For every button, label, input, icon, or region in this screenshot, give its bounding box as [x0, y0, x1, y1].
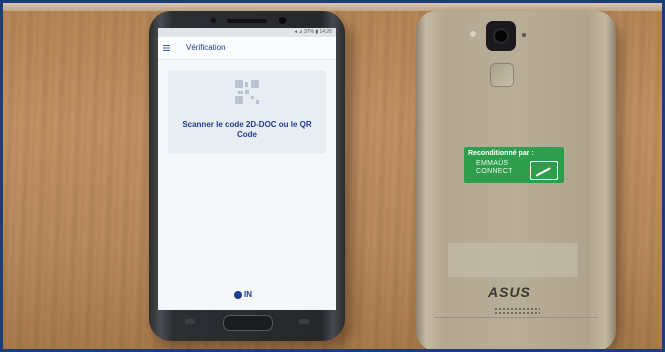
app-title: Vérification: [186, 43, 226, 52]
status-bar: ◂ ⊿ 37% ▮ 14:26: [158, 28, 336, 37]
proximity-sensor: [211, 18, 216, 23]
home-button: [223, 315, 273, 331]
sticker-title: Reconditionné par :: [468, 150, 534, 157]
asus-logo: ASUS: [488, 284, 531, 300]
earpiece-speaker: [227, 19, 267, 23]
scan-card[interactable]: Scanner le code 2D-DOC ou le QR Code: [168, 70, 326, 154]
microphone-hole: [522, 33, 526, 37]
camera-lens-icon: [495, 30, 507, 42]
phone-screen: ◂ ⊿ 37% ▮ 14:26 Vérification Scanner le …: [158, 28, 336, 310]
reflection-band: [448, 243, 578, 277]
logo-circle-icon: [234, 291, 242, 299]
sticker-name: EMMAÜS CONNECT: [476, 160, 513, 175]
samsung-phone: ◂ ⊿ 37% ▮ 14:26 Vérification Scanner le …: [149, 11, 345, 341]
sticker-logo-icon: [530, 161, 558, 180]
front-camera: [279, 17, 286, 24]
bottom-seam: [434, 317, 598, 318]
refurbished-sticker: Reconditionné par : EMMAÜS CONNECT: [464, 147, 564, 183]
wall-strip: [3, 3, 662, 11]
photo-frame: ◂ ⊿ 37% ▮ 14:26 Vérification Scanner le …: [3, 3, 662, 349]
speaker-grill: [494, 307, 540, 315]
fingerprint-sensor: [490, 63, 514, 87]
menu-icon[interactable]: [163, 45, 170, 51]
rear-camera: [486, 21, 516, 51]
app-logo: IN: [234, 290, 262, 300]
back-key: [299, 319, 309, 324]
recent-apps-key: [185, 319, 195, 324]
asus-phone: Reconditionné par : EMMAÜS CONNECT ASUS: [416, 11, 616, 349]
logo-text: IN: [244, 290, 252, 299]
app-bar: Vérification: [158, 37, 336, 60]
flash-icon: [470, 31, 476, 37]
scan-instruction: Scanner le code 2D-DOC ou le QR Code: [182, 120, 312, 139]
qr-scan-icon: [235, 80, 259, 104]
